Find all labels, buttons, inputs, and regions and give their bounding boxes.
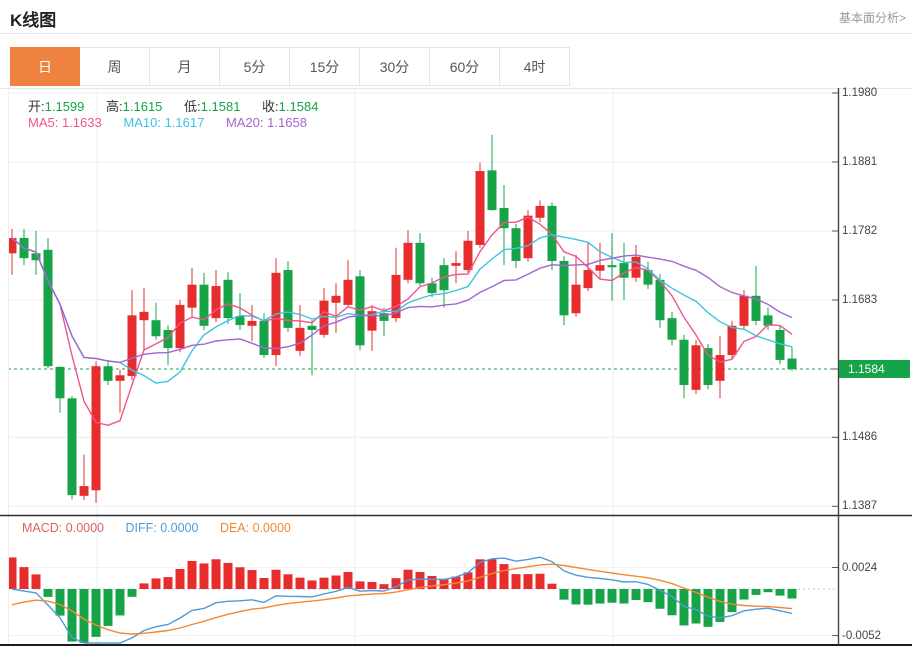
ma10-legend: MA10: 1.1617	[123, 115, 204, 130]
macd-legend: MACD: 0.0000 DIFF: 0.0000 DEA: 0.0000	[22, 521, 309, 535]
axis-tick-label: 1.1486	[842, 431, 877, 443]
dea-value: DEA: 0.0000	[220, 521, 291, 535]
macd-value: MACD: 0.0000	[22, 521, 104, 535]
open-value: 1.1599	[45, 99, 85, 114]
ma20-legend: MA20: 1.1658	[226, 115, 307, 130]
open-label: 开:	[28, 99, 45, 114]
axis-tick-label: 1.1387	[842, 500, 877, 512]
ma5-legend: MA5: 1.1633	[28, 115, 102, 130]
candles-layer	[8, 135, 797, 503]
close-value: 1.1584	[279, 99, 319, 114]
close-label: 收:	[262, 99, 279, 114]
macd-layer	[8, 557, 797, 643]
kline-widget: K线图 基本面分析> 日 周 月 5分 15分 30分 60分 4时 开:1.1…	[0, 0, 912, 647]
diff-value: DIFF: 0.0000	[125, 521, 198, 535]
axis-tick-label: 1.1881	[842, 156, 877, 168]
ma-legend: MA5: 1.1633 MA10: 1.1617 MA20: 1.1658	[28, 115, 325, 130]
axis-tick-label: 0.0024	[842, 562, 877, 574]
axis-tick-label: -0.0052	[842, 630, 881, 642]
axis-tick-label: 1.1683	[842, 294, 877, 306]
axis-tick-label: 1.1782	[842, 225, 877, 237]
axis-tick-label: 1.1980	[842, 87, 877, 99]
ohlc-legend: 开:1.1599 高:1.1615 低:1.1581 收:1.1584	[28, 96, 336, 115]
current-price-badge: 1.1584	[839, 360, 910, 378]
low-value: 1.1581	[201, 99, 241, 114]
high-value: 1.1615	[123, 99, 163, 114]
high-label: 高:	[106, 99, 123, 114]
low-label: 低:	[184, 99, 201, 114]
